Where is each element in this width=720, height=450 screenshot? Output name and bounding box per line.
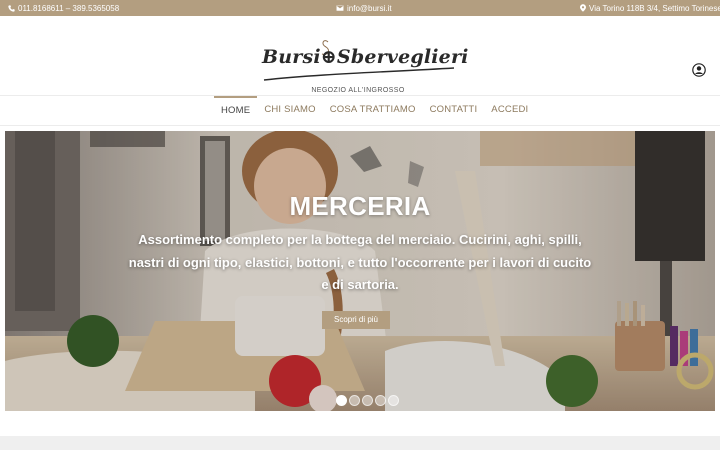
next-section-strip	[0, 436, 720, 450]
address-text: Via Torino 118B 3/4, Settimo Torinese TO	[589, 3, 720, 13]
phone-icon	[8, 4, 15, 12]
map-pin-icon	[580, 4, 586, 12]
nav-item-cosa-trattiamo[interactable]: COSA TRATTIAMO	[323, 96, 423, 126]
phone-contact[interactable]: 011.8168611 – 389.5365058	[8, 4, 119, 13]
site-header: Bursi⊕Sberveglieri NEGOZIO ALL'INGROSSO	[0, 16, 720, 96]
hero-description: Assortimento completo per la bottega del…	[128, 232, 592, 292]
envelope-icon	[336, 5, 344, 11]
email-contact[interactable]: info@bursi.it	[336, 4, 392, 13]
slider-dot[interactable]	[375, 395, 386, 406]
top-info-bar: 011.8168611 – 389.5365058 info@bursi.it …	[0, 0, 720, 16]
hero-slider[interactable]: MERCERIA Assortimento completo per la bo…	[5, 131, 715, 411]
nav-item-accedi[interactable]: ACCEDI	[484, 96, 535, 126]
hero-title: MERCERIA	[289, 191, 431, 221]
nav-item-home[interactable]: HOME	[214, 96, 258, 126]
site-logo[interactable]: Bursi⊕Sberveglieri NEGOZIO ALL'INGROSSO	[258, 38, 468, 94]
logo-subtitle: NEGOZIO ALL'INGROSSO	[311, 87, 405, 94]
nav-item-contatti[interactable]: CONTATTI	[423, 96, 485, 126]
slider-dot[interactable]	[388, 395, 399, 406]
slider-pagination	[336, 395, 399, 406]
learn-more-button[interactable]: Scopri di più	[322, 311, 390, 329]
slider-dot[interactable]	[362, 395, 373, 406]
user-account-icon[interactable]	[692, 63, 706, 77]
nav-item-chi-siamo[interactable]: CHI SIAMO	[257, 96, 322, 126]
slider-dot[interactable]	[336, 395, 347, 406]
logo-title: Bursi⊕Sberveglieri	[262, 46, 469, 68]
slider-dot[interactable]	[349, 395, 360, 406]
main-navigation: HOME CHI SIAMO COSA TRATTIAMO CONTATTI A…	[0, 96, 720, 126]
email-text: info@bursi.it	[347, 3, 392, 13]
address-contact[interactable]: Via Torino 118B 3/4, Settimo Torinese TO	[580, 4, 720, 13]
phone-text: 011.8168611 – 389.5365058	[18, 3, 120, 13]
